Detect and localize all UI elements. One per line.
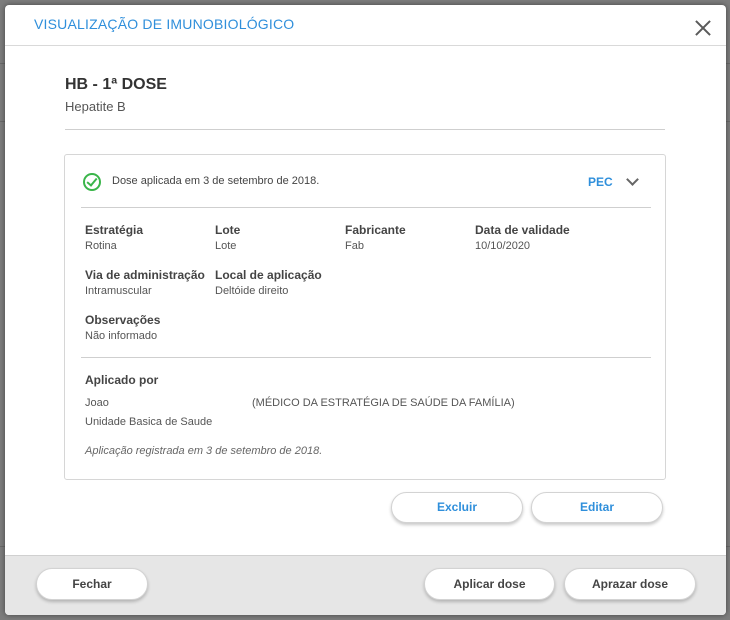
source-badge: PEC	[588, 175, 613, 189]
divider	[81, 207, 651, 208]
field-value-notes: Não informado	[85, 330, 158, 342]
check-circle-icon	[83, 173, 101, 191]
field-label-manufacturer: Fabricante	[345, 223, 406, 237]
close-button[interactable]: Fechar	[36, 568, 148, 600]
field-value-strategy: Rotina	[85, 240, 117, 252]
edit-button[interactable]: Editar	[531, 492, 663, 523]
professional-role: (MÉDICO DA ESTRATÉGIA DE SAÚDE DA FAMÍLI…	[252, 397, 515, 409]
field-value-site: Deltóide direito	[215, 285, 289, 297]
field-value-expiry: 10/10/2020	[475, 240, 531, 252]
field-label-expiry: Data de validade	[475, 223, 570, 237]
divider	[65, 129, 665, 130]
field-label-strategy: Estratégia	[85, 223, 144, 237]
vaccine-subtitle: Hepatite B	[65, 99, 126, 114]
delete-button[interactable]: Excluir	[391, 492, 523, 523]
professional-name: Joao	[85, 397, 109, 409]
field-value-manufacturer: Fab	[345, 240, 364, 252]
apply-dose-button[interactable]: Aplicar dose	[424, 568, 555, 600]
registration-note: Aplicação registrada em 3 de setembro de…	[85, 445, 323, 457]
field-label-route: Via de administração	[85, 268, 205, 282]
modal-title: VISUALIZAÇÃO DE IMUNOBIOLÓGICO	[34, 16, 295, 32]
modal-header: VISUALIZAÇÃO DE IMUNOBIOLÓGICO	[5, 5, 726, 46]
postpone-dose-button[interactable]: Aprazar dose	[564, 568, 696, 600]
field-value-batch: Lote	[215, 240, 237, 252]
applied-by-label: Aplicado por	[85, 373, 159, 387]
field-value-route: Intramuscular	[85, 285, 152, 297]
modal-footer: Fechar Aplicar dose Aprazar dose	[5, 555, 726, 615]
close-icon[interactable]	[693, 18, 713, 38]
field-label-site: Local de aplicação	[215, 268, 322, 282]
vaccine-title: HB - 1ª DOSE	[65, 76, 167, 93]
chevron-down-icon[interactable]	[626, 173, 639, 186]
dose-status: Dose aplicada em 3 de setembro de 2018.	[112, 175, 320, 187]
divider	[81, 357, 651, 358]
health-unit: Unidade Basica de Saude	[85, 416, 213, 428]
dose-card: Dose aplicada em 3 de setembro de 2018. …	[64, 154, 666, 480]
immunobiological-modal: VISUALIZAÇÃO DE IMUNOBIOLÓGICO HB - 1ª D…	[5, 5, 726, 615]
field-label-batch: Lote	[215, 223, 241, 237]
field-label-notes: Observações	[85, 313, 161, 327]
